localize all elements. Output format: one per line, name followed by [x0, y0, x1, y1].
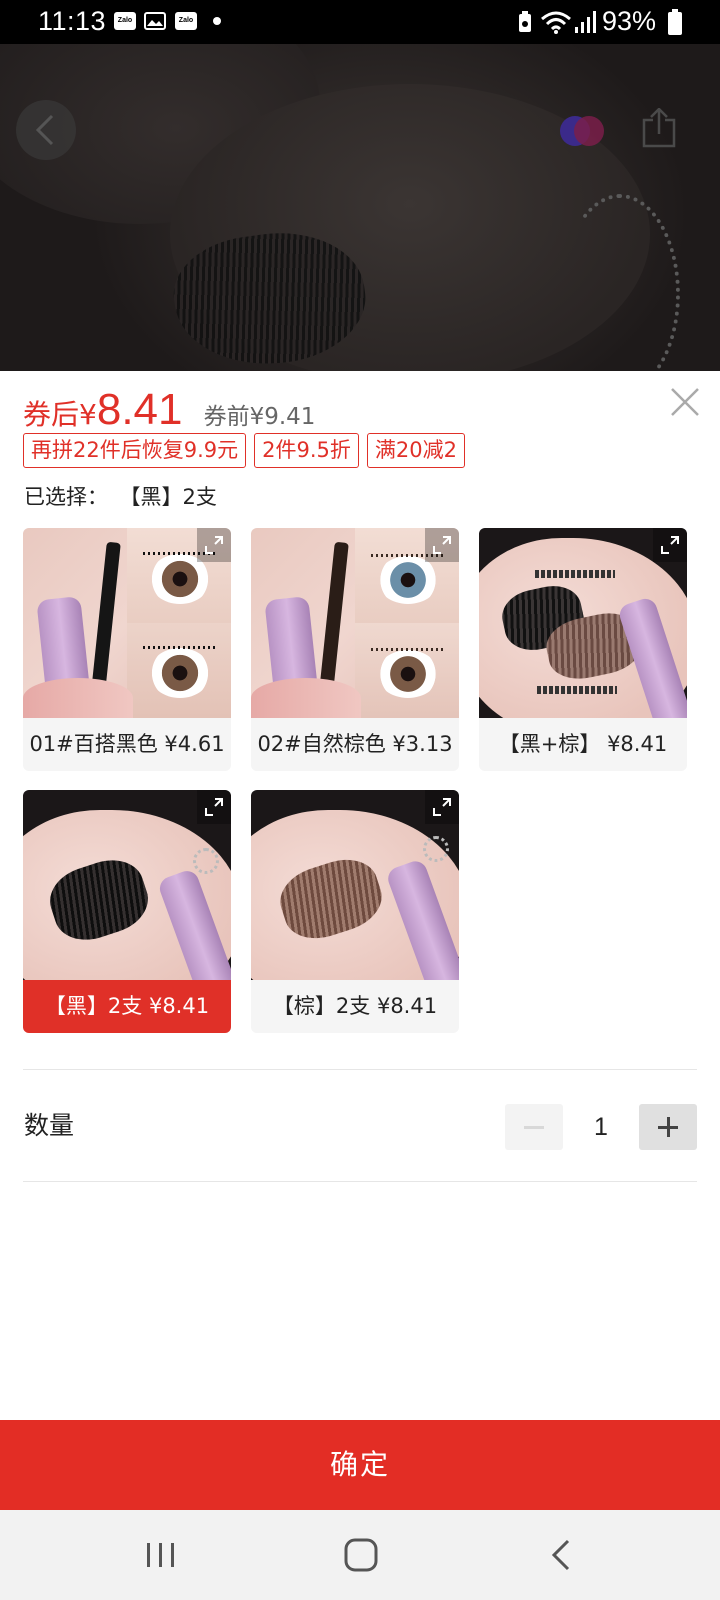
promo-tag: 2件9.5折 [254, 433, 359, 468]
zalo-notification-icon: Zalo [114, 12, 136, 30]
product-hero-image [0, 44, 720, 371]
hero-ring [560, 194, 680, 371]
divider [23, 1181, 697, 1182]
selected-label: 已选择： [24, 485, 108, 509]
more-notifications-dot [213, 17, 221, 25]
variant-card-black[interactable]: 01#百搭黑色 ¥4.61 [23, 528, 231, 771]
quantity-value[interactable]: 1 [563, 1104, 639, 1150]
battery-percentage: 93% [602, 6, 657, 36]
expand-icon[interactable] [425, 790, 459, 824]
before-coupon-price: 券前¥9.41 [203, 404, 316, 430]
back-button[interactable] [16, 100, 76, 160]
wifi-icon [541, 11, 571, 34]
zalo-notification-icon-2: Zalo [175, 12, 197, 30]
home-icon[interactable] [341, 1537, 381, 1573]
confirm-button[interactable]: 确定 [0, 1420, 720, 1510]
back-nav-icon[interactable] [544, 1537, 584, 1573]
variant-card-brown[interactable]: 02#自然棕色 ¥3.13 [251, 528, 459, 771]
battery-saver-icon [519, 11, 531, 32]
variant-label: 【黑+棕】 ¥8.41 [498, 732, 668, 756]
minus-icon [524, 1126, 544, 1129]
after-coupon-price: 8.41 [96, 385, 183, 434]
promo-tag: 满20减2 [366, 433, 465, 468]
status-time: 11:13 [38, 6, 107, 36]
store-avatar-icon[interactable] [560, 116, 604, 146]
expand-icon[interactable] [425, 528, 459, 562]
variant-label: 02#自然棕色 ¥3.13 [257, 732, 453, 756]
variant-card-brown-2pcs[interactable]: 【棕】2支 ¥8.41 [251, 790, 459, 1033]
selected-variant-row: 已选择： 【黑】2支 [24, 481, 217, 511]
status-bar: 11:13 Zalo Zalo 93% [0, 0, 720, 44]
expand-icon[interactable] [197, 528, 231, 562]
share-icon[interactable] [640, 108, 678, 148]
variant-label: 01#百搭黑色 ¥4.61 [29, 732, 225, 756]
quantity-label: 数量 [24, 1111, 75, 1140]
quantity-increase-button[interactable] [639, 1104, 697, 1150]
gallery-notification-icon [144, 12, 166, 30]
signal-icon [575, 11, 596, 33]
after-coupon-prefix: 券后 [23, 398, 80, 431]
expand-icon[interactable] [197, 790, 231, 824]
battery-icon [668, 9, 682, 35]
sku-selection-sheet: 券后¥8.41 券前¥9.41 再拼22件后恢复9.9元 2件9.5折 满20减… [0, 371, 720, 1420]
quantity-decrease-button[interactable] [505, 1104, 563, 1150]
divider [23, 1069, 697, 1070]
expand-icon[interactable] [653, 528, 687, 562]
promo-tag: 再拼22件后恢复9.9元 [23, 433, 247, 468]
variant-label: 【棕】2支 ¥8.41 [272, 994, 438, 1018]
close-icon[interactable] [668, 385, 702, 419]
recent-apps-icon[interactable] [141, 1537, 181, 1573]
variant-card-black-brown[interactable]: 【黑+棕】 ¥8.41 [479, 528, 687, 771]
variant-card-black-2pcs[interactable]: 【黑】2支 ¥8.41 [23, 790, 231, 1033]
selected-value: 【黑】2支 [130, 485, 217, 509]
system-navigation-bar [0, 1510, 720, 1600]
currency-symbol: ¥ [79, 398, 97, 431]
chevron-left-icon [35, 114, 54, 146]
promo-tags: 再拼22件后恢复9.9元 2件9.5折 满20减2 [23, 433, 465, 468]
variant-label: 【黑】2支 ¥8.41 [23, 980, 231, 1033]
